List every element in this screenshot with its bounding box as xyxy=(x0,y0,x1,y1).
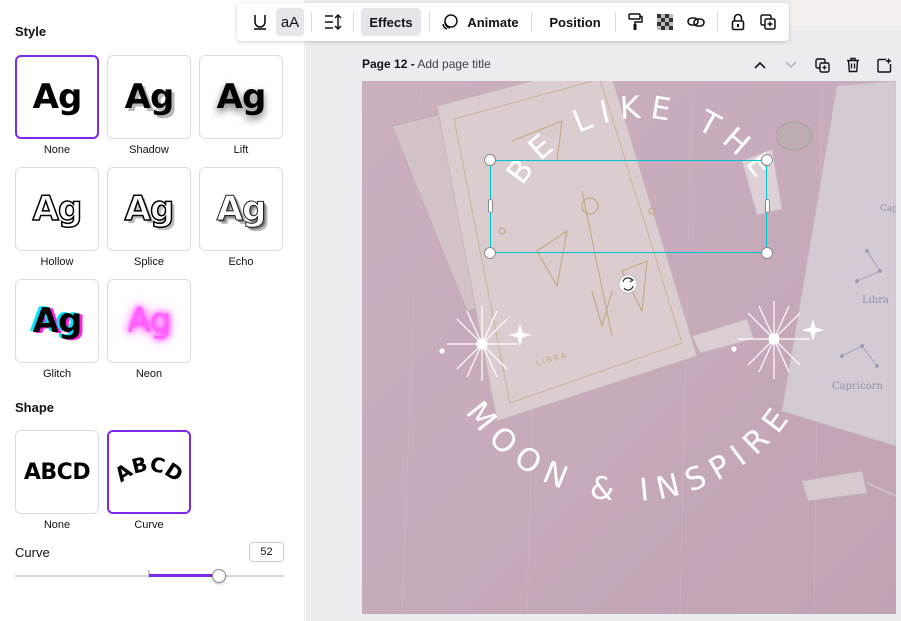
effects-button[interactable]: Effects xyxy=(361,8,421,36)
toolbar-divider xyxy=(615,12,616,32)
toolbar-divider xyxy=(429,12,430,32)
style-splice-sample: Ag xyxy=(124,189,175,229)
animate-label: Animate xyxy=(467,14,519,30)
style-none-tile[interactable]: Ag xyxy=(15,55,99,139)
style-none-sample: Ag xyxy=(32,77,83,117)
style-neon-tile[interactable]: Ag xyxy=(107,279,191,363)
curve-slider-fill xyxy=(149,574,219,577)
link-icon xyxy=(687,17,705,27)
shape-none-tile[interactable]: ABCD xyxy=(15,430,99,514)
resize-handle-top-left[interactable] xyxy=(484,154,496,166)
style-glitch-label: Glitch xyxy=(42,368,72,380)
style-neon-sample: Ag xyxy=(127,301,172,341)
style-shadow-label: Shadow xyxy=(129,144,169,156)
design-canvas[interactable]: LIBRA Libra Capricorn Cap BE LIKE THE MO… xyxy=(362,81,896,614)
shape-curve-sample: ABCD xyxy=(110,452,187,487)
top-bar-strip xyxy=(790,0,901,30)
curve-value-input[interactable]: 52 xyxy=(249,542,284,562)
transparency-button[interactable] xyxy=(653,8,677,36)
underline-icon xyxy=(254,15,266,30)
style-shadow-sample: Ag xyxy=(124,77,175,117)
rotate-handle[interactable] xyxy=(618,274,638,294)
style-hollow-tile[interactable]: Ag xyxy=(15,167,99,251)
toolbar-divider xyxy=(531,12,532,32)
style-section-title: Style xyxy=(15,24,47,39)
animate-icon xyxy=(442,14,459,30)
transparency-icon xyxy=(657,14,673,30)
resize-handle-bottom-left[interactable] xyxy=(484,247,496,259)
shape-section-title: Shape xyxy=(15,400,55,415)
duplicate-page-button[interactable] xyxy=(814,57,830,73)
copy-style-button[interactable] xyxy=(623,8,647,36)
style-echo-tile[interactable]: Ag xyxy=(199,167,283,251)
selection-box[interactable] xyxy=(490,160,767,253)
lock-icon xyxy=(731,13,745,31)
style-hollow-sample: Ag xyxy=(32,189,83,229)
curve-slider-thumb[interactable] xyxy=(212,569,226,583)
page-down-button[interactable] xyxy=(783,57,799,73)
link-button[interactable] xyxy=(684,8,708,36)
page-up-button[interactable] xyxy=(752,57,768,73)
toolbar-divider xyxy=(717,12,718,32)
line-spacing-icon xyxy=(325,13,342,31)
style-lift-tile[interactable]: Ag xyxy=(199,55,283,139)
resize-handle-right[interactable] xyxy=(765,199,770,213)
style-splice-tile[interactable]: Ag xyxy=(107,167,191,251)
duplicate-icon xyxy=(760,14,776,30)
style-lift-sample: Ag xyxy=(216,77,267,117)
svg-text:ABCD: ABCD xyxy=(110,452,187,487)
style-lift-label: Lift xyxy=(233,144,249,156)
add-page-icon xyxy=(876,58,891,73)
paint-roller-icon xyxy=(628,13,643,30)
add-page-button[interactable] xyxy=(876,57,892,73)
shape-none-label: None xyxy=(43,519,71,531)
shape-curve-label: Curve xyxy=(134,519,164,531)
delete-page-button[interactable] xyxy=(845,57,861,73)
style-splice-label: Splice xyxy=(134,256,164,268)
style-neon-label: Neon xyxy=(135,368,163,380)
trash-icon xyxy=(847,57,859,73)
style-hollow-label: Hollow xyxy=(40,256,74,268)
style-shadow-tile[interactable]: Ag xyxy=(107,55,191,139)
chevron-down-icon xyxy=(785,61,797,69)
shape-curve-tile[interactable]: ABCD xyxy=(107,430,191,514)
duplicate-button[interactable] xyxy=(757,8,779,36)
style-glitch-sample: Ag xyxy=(32,301,83,341)
resize-handle-bottom-right[interactable] xyxy=(761,247,773,259)
shape-none-sample: ABCD xyxy=(23,459,91,485)
text-toolbar: aA Effects Animate Position xyxy=(237,3,789,41)
curve-slider-label: Curve xyxy=(15,545,50,560)
duplicate-page-icon xyxy=(814,57,830,73)
resize-handle-top-right[interactable] xyxy=(761,154,773,166)
page-number-label: Page 12 - xyxy=(362,57,415,71)
position-button[interactable]: Position xyxy=(543,8,607,36)
letter-case-button[interactable]: aA xyxy=(276,8,304,36)
toolbar-divider xyxy=(353,12,354,32)
style-echo-sample: Ag xyxy=(216,189,267,229)
shape-curve-sample-text: ABCD xyxy=(110,452,187,487)
lock-button[interactable] xyxy=(727,8,749,36)
underline-button[interactable] xyxy=(247,8,273,36)
style-glitch-tile[interactable]: Ag xyxy=(15,279,99,363)
animate-button[interactable]: Animate xyxy=(437,8,523,36)
text-effects-panel: Style Ag None Ag Shadow Ag Lift Ag Hollo… xyxy=(0,0,305,621)
spacing-button[interactable] xyxy=(319,8,347,36)
style-echo-label: Echo xyxy=(228,256,254,268)
chevron-up-icon xyxy=(754,61,766,69)
page-header: Page 12 - Add page title xyxy=(362,57,491,71)
page-title-input[interactable]: Add page title xyxy=(417,57,490,71)
resize-handle-left[interactable] xyxy=(488,199,493,213)
toolbar-divider xyxy=(311,12,312,32)
style-none-label: None xyxy=(43,144,71,156)
